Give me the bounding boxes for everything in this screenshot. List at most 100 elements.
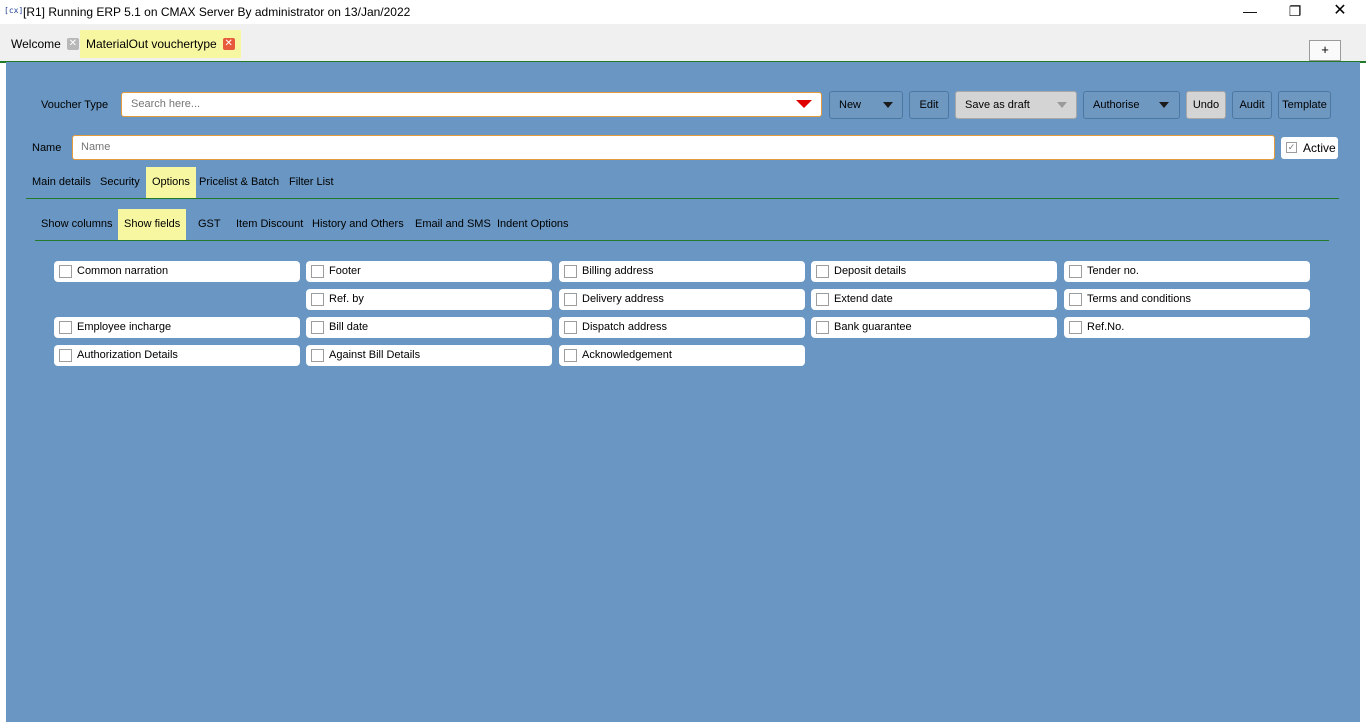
field-checkbox[interactable] (816, 293, 829, 306)
field-delivery-address[interactable]: Delivery address (559, 289, 805, 310)
field-checkbox[interactable] (59, 265, 72, 278)
save-as-draft-button[interactable]: Save as draft (955, 91, 1077, 119)
field-dispatch-address[interactable]: Dispatch address (559, 317, 805, 338)
field-checkbox[interactable] (311, 349, 324, 362)
window-title: [R1] Running ERP 5.1 on CMAX Server By a… (23, 5, 411, 19)
name-field[interactable] (72, 135, 1275, 160)
minimize-icon[interactable]: — (1230, 2, 1270, 22)
tab-materialout-label: MaterialOut vouchertype (86, 37, 217, 51)
audit-button[interactable]: Audit (1232, 91, 1272, 119)
field-label: Tender no. (1087, 265, 1139, 277)
field-checkbox[interactable] (1069, 321, 1082, 334)
tab-history-and-others[interactable]: History and Others (306, 209, 410, 240)
add-tab-button[interactable]: + (1309, 40, 1341, 61)
field-footer[interactable]: Footer (306, 261, 552, 282)
field-checkbox[interactable] (59, 321, 72, 334)
field-billing-address[interactable]: Billing address (559, 261, 805, 282)
new-dropdown-caret-icon[interactable] (883, 102, 893, 108)
tab-filter-list[interactable]: Filter List (283, 167, 340, 198)
name-input[interactable] (79, 140, 1263, 154)
field-checkbox[interactable] (59, 349, 72, 362)
tab-show-fields[interactable]: Show fields (118, 209, 187, 240)
field-label: Ref.No. (1087, 321, 1125, 333)
field-label: Terms and conditions (1087, 293, 1191, 305)
field-checkbox[interactable] (816, 321, 829, 334)
tab-options[interactable]: Options (146, 167, 196, 198)
tab-gst[interactable]: GST (192, 209, 227, 240)
tab-email-and-sms[interactable]: Email and SMS (409, 209, 497, 240)
field-tender-no[interactable]: Tender no. (1064, 261, 1310, 282)
field-checkbox[interactable] (311, 321, 324, 334)
template-button[interactable]: Template (1278, 91, 1331, 119)
voucher-type-search[interactable] (121, 92, 822, 117)
authorise-button[interactable]: Authorise (1083, 91, 1180, 119)
voucher-type-dropdown-arrow-icon[interactable] (796, 100, 812, 108)
field-label: Deposit details (834, 265, 907, 277)
tab-security[interactable]: Security (94, 167, 146, 198)
main-panel: Voucher Type New Edit Save as draft Auth… (6, 62, 1360, 722)
new-button-label: New (839, 99, 862, 111)
close-tab-welcome-icon[interactable]: ✕ (66, 38, 79, 50)
field-checkbox[interactable] (564, 265, 577, 278)
field-employee-incharge[interactable]: Employee incharge (54, 317, 300, 338)
voucher-type-search-input[interactable] (129, 97, 773, 111)
field-label: Ref. by (329, 293, 364, 305)
field-bank-guarantee[interactable]: Bank guarantee (811, 317, 1057, 338)
tab-materialout-vouchertype[interactable]: MaterialOut vouchertype ✕ (80, 30, 241, 58)
active-checkbox[interactable]: ✓ Active (1281, 137, 1338, 159)
field-checkbox[interactable] (1069, 293, 1082, 306)
authorise-label: Authorise (1093, 99, 1140, 111)
field-against-bill-details[interactable]: Against Bill Details (306, 345, 552, 366)
document-tab-strip: Welcome ✕ MaterialOut vouchertype ✕ + (0, 24, 1366, 63)
options-sub-tabs: Show columns Show fields GST Item Discou… (35, 208, 1329, 241)
field-label: Employee incharge (77, 321, 172, 333)
field-checkbox[interactable] (1069, 265, 1082, 278)
field-checkbox[interactable] (564, 293, 577, 306)
active-label: Active (1303, 141, 1336, 155)
field-ref-no[interactable]: Ref.No. (1064, 317, 1310, 338)
save-draft-caret-icon[interactable] (1057, 102, 1067, 108)
field-label: Delivery address (582, 293, 664, 305)
field-ref-by[interactable]: Ref. by (306, 289, 552, 310)
field-terms-and-conditions[interactable]: Terms and conditions (1064, 289, 1310, 310)
tab-welcome[interactable]: Welcome ✕ (5, 30, 85, 58)
active-check-icon[interactable]: ✓ (1286, 142, 1297, 153)
app-icon: [cx] (4, 6, 24, 15)
field-deposit-details[interactable]: Deposit details (811, 261, 1057, 282)
authorise-caret-icon[interactable] (1159, 102, 1169, 108)
field-checkbox[interactable] (816, 265, 829, 278)
tab-indent-options[interactable]: Indent Options (491, 209, 575, 240)
tab-main-details[interactable]: Main details (26, 167, 97, 198)
field-label: Dispatch address (582, 321, 667, 333)
field-authorization-details[interactable]: Authorization Details (54, 345, 300, 366)
edit-button[interactable]: Edit (909, 91, 949, 119)
undo-button[interactable]: Undo (1186, 91, 1226, 119)
title-bar: [cx] [R1] Running ERP 5.1 on CMAX Server… (0, 0, 1366, 24)
field-label: Extend date (834, 293, 893, 305)
save-as-draft-label: Save as draft (965, 99, 1030, 111)
field-common-narration[interactable]: Common narration (54, 261, 300, 282)
voucher-type-label: Voucher Type (41, 99, 109, 111)
field-checkbox[interactable] (564, 349, 577, 362)
field-extend-date[interactable]: Extend date (811, 289, 1057, 310)
field-checkbox[interactable] (564, 321, 577, 334)
maximize-icon[interactable]: ❐ (1275, 2, 1315, 22)
field-acknowledgement[interactable]: Acknowledgement (559, 345, 805, 366)
close-tab-materialout-icon[interactable]: ✕ (222, 38, 235, 50)
tab-pricelist-batch[interactable]: Pricelist & Batch (193, 167, 285, 198)
close-window-icon[interactable]: ✕ (1320, 2, 1360, 22)
field-label: Bank guarantee (834, 321, 912, 333)
tab-show-columns[interactable]: Show columns (35, 209, 119, 240)
field-label: Acknowledgement (582, 349, 672, 361)
field-label: Against Bill Details (329, 349, 421, 361)
field-checkbox[interactable] (311, 265, 324, 278)
section-tabs: Main details Security Options Pricelist … (26, 166, 1339, 199)
field-label: Common narration (77, 265, 169, 277)
field-label: Footer (329, 265, 361, 277)
field-bill-date[interactable]: Bill date (306, 317, 552, 338)
field-checkbox[interactable] (311, 293, 324, 306)
field-label: Bill date (329, 321, 369, 333)
tab-item-discount[interactable]: Item Discount (230, 209, 309, 240)
field-label: Billing address (582, 265, 654, 277)
new-button[interactable]: New (829, 91, 903, 119)
